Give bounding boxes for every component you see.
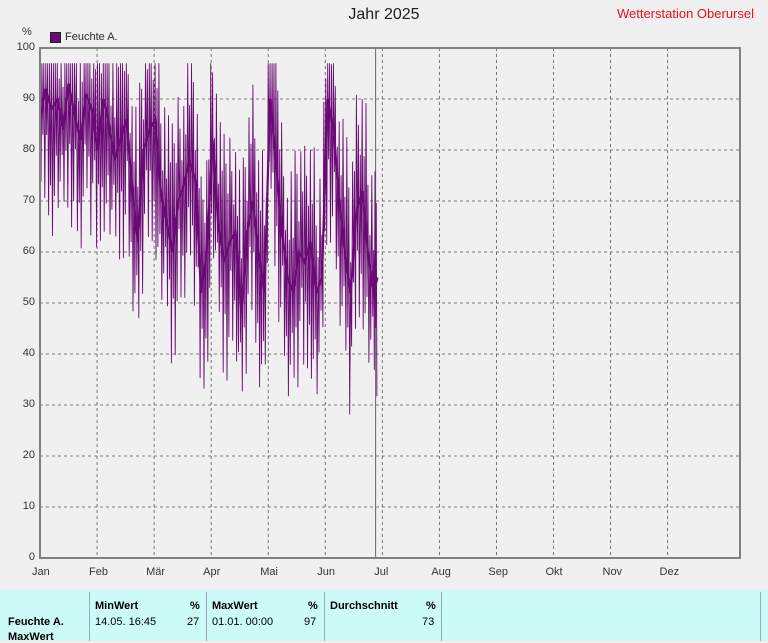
y-tick-label: 0: [28, 551, 35, 563]
x-tick-label: Jun: [317, 566, 335, 578]
station-name: Wetterstation Oberursel: [616, 6, 754, 21]
x-tick-label: Mär: [146, 566, 166, 578]
summary-table: Feuchte A. MaxWert MinWert % 14.05. 16:4…: [0, 590, 768, 643]
x-tick-label: Okt: [545, 566, 563, 578]
y-unit-label: %: [22, 26, 32, 38]
min-value: 27: [187, 616, 200, 628]
y-tick-label: 40: [22, 347, 35, 359]
y-tick-label: 20: [22, 449, 35, 461]
x-tick-label: Jan: [32, 566, 50, 578]
min-date: 14.05. 16:45: [95, 616, 157, 628]
x-tick-label: Dez: [659, 566, 680, 578]
legend: Feuchte A.: [50, 31, 118, 43]
y-tick-label: 50: [22, 296, 35, 308]
avg-header: Durchschnitt: [330, 600, 398, 612]
summary-separator: [324, 592, 325, 641]
avg-unit: %: [426, 600, 436, 612]
legend-label: Feuchte A.: [65, 31, 118, 43]
summary-separator: [441, 592, 442, 641]
y-tick-label: 70: [22, 194, 35, 206]
y-tick-label: 90: [22, 92, 35, 104]
x-tick-label: Apr: [203, 566, 221, 578]
max-header: MaxWert: [212, 600, 258, 612]
legend-swatch: [50, 31, 61, 43]
y-tick-label: 10: [22, 500, 35, 512]
x-tick-label: Sep: [488, 566, 508, 578]
min-header: MinWert: [95, 600, 139, 612]
min-unit: %: [190, 600, 200, 612]
max-unit: %: [308, 600, 318, 612]
x-tick-label: Feb: [89, 566, 109, 578]
summary-separator: [206, 592, 207, 641]
y-tick-label: 80: [22, 143, 35, 155]
y-tick-label: 30: [22, 398, 35, 410]
x-tick-label: Nov: [602, 566, 623, 578]
avg-value: 73: [422, 616, 435, 628]
y-tick-label: 60: [22, 245, 35, 257]
summary-separator: [89, 592, 90, 641]
max-date: 01.01. 00:00: [212, 616, 274, 628]
max-value: 97: [304, 616, 317, 628]
x-tick-label: Mai: [260, 566, 278, 578]
x-tick-label: Aug: [431, 566, 451, 578]
summary-row-label: Feuchte A.: [8, 616, 64, 628]
y-tick-label: 100: [16, 41, 35, 53]
x-tick-label: Jul: [374, 566, 389, 578]
summary-separator: [760, 592, 761, 641]
chart-canvas: [38, 47, 741, 559]
summary-row-label-2: MaxWert: [8, 631, 54, 643]
humidity-chart: Jahr 2025 Wetterstation Oberursel % Feuc…: [0, 0, 768, 590]
